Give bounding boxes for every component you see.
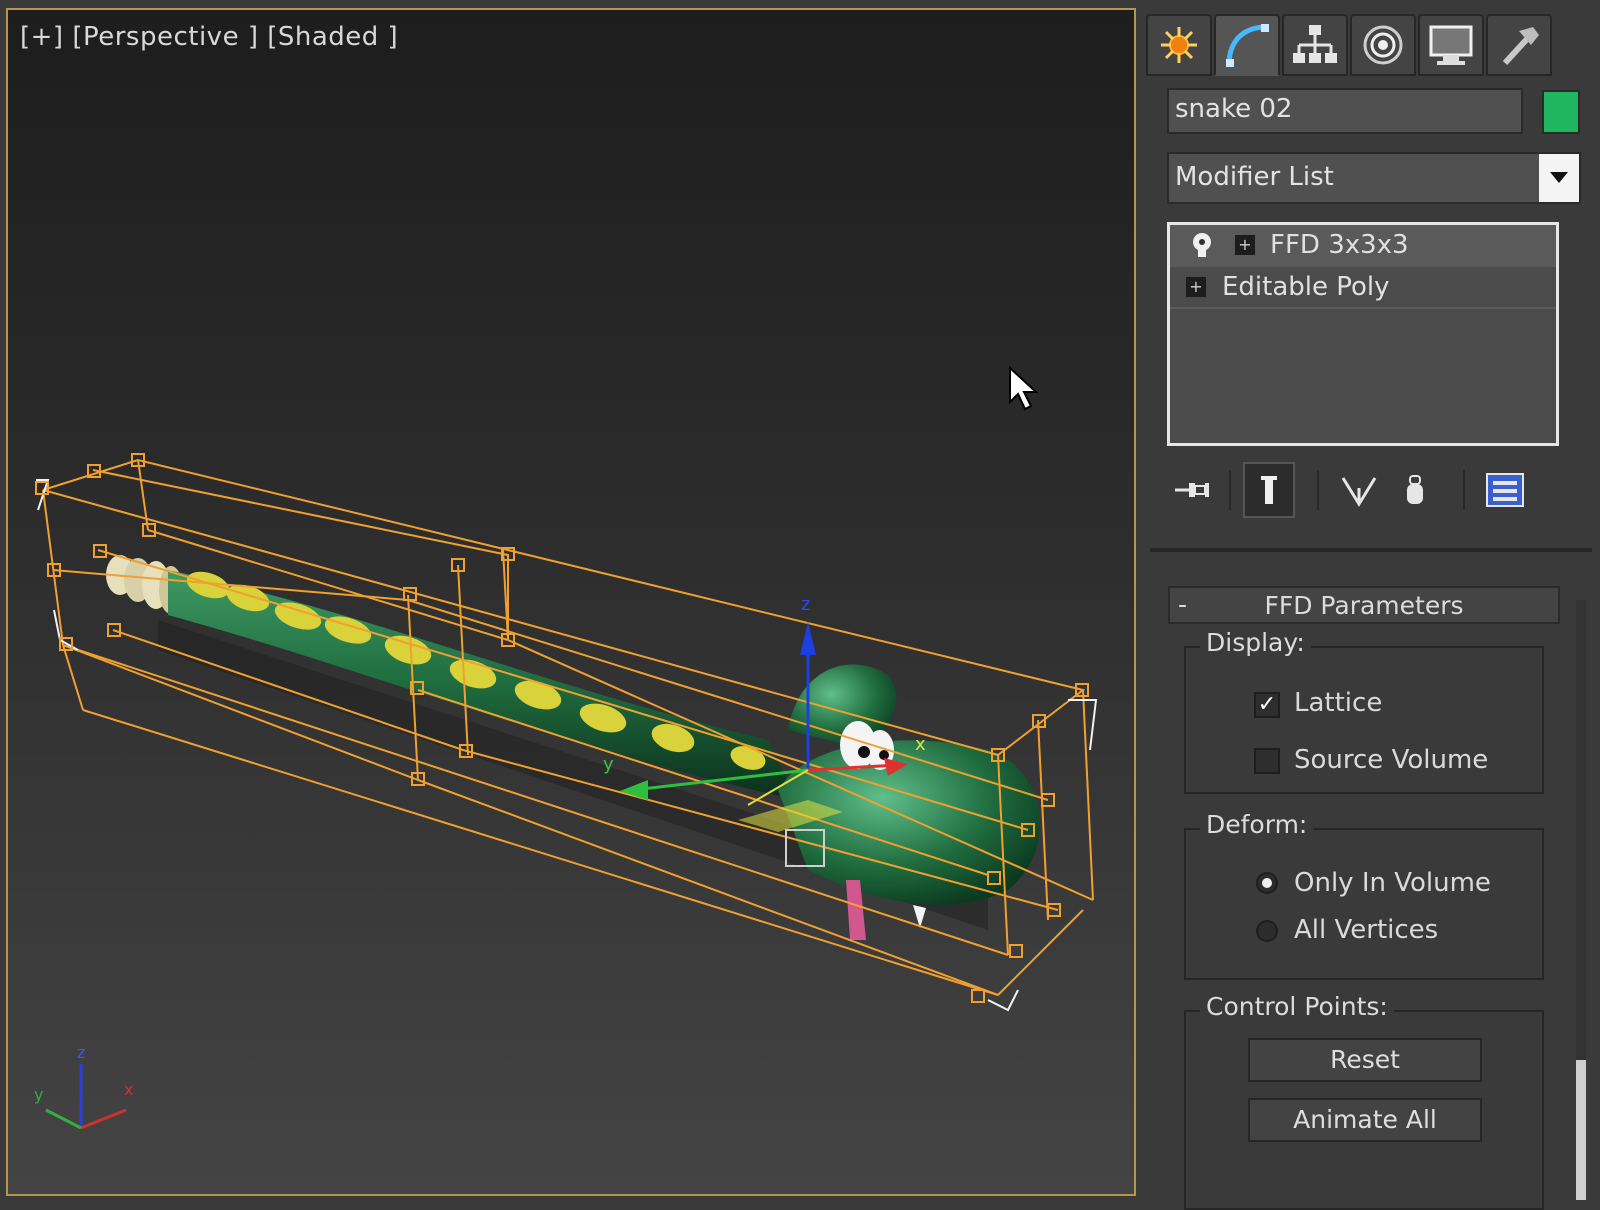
tab-utilities[interactable] [1486, 14, 1552, 76]
display-group-label: Display: [1200, 628, 1311, 657]
create-icon [1161, 27, 1197, 63]
gizmo-x-label: x [915, 734, 926, 755]
source-volume-checkbox[interactable] [1254, 748, 1280, 774]
expand-plus-icon[interactable]: + [1235, 235, 1255, 255]
command-panel: snake 02 Modifier List + FFD 3x3x3 + Edi… [1140, 0, 1600, 1210]
command-panel-tabs [1140, 14, 1600, 76]
expand-plus-icon[interactable]: + [1186, 277, 1206, 297]
hierarchy-icon [1293, 25, 1337, 63]
lightbulb-icon[interactable] [1190, 231, 1214, 259]
display-group: Display: ✓ Lattice Source Volume [1184, 628, 1544, 794]
rollout-title: FFD Parameters [1264, 591, 1464, 620]
tripod-y-label: y [34, 1085, 43, 1104]
trash-icon [1407, 475, 1423, 504]
gizmo-y-label: y [603, 754, 614, 775]
rollout-header[interactable]: - FFD Parameters [1168, 586, 1560, 624]
motion-icon [1363, 25, 1403, 65]
tab-motion[interactable] [1350, 14, 1416, 76]
object-name-field[interactable]: snake 02 [1167, 88, 1523, 134]
control-points-group: Control Points: Reset Animate All [1184, 992, 1544, 1210]
source-volume-label[interactable]: Source Volume [1294, 745, 1488, 775]
reset-button[interactable]: Reset [1248, 1038, 1482, 1082]
panel-divider [1150, 548, 1592, 552]
stack-item-editable-poly[interactable]: + Editable Poly [1170, 267, 1556, 309]
tab-create[interactable] [1146, 14, 1212, 76]
modifier-list-dropdown[interactable]: Modifier List [1167, 152, 1581, 204]
gizmo-z-label: z [801, 594, 810, 615]
display-icon [1429, 25, 1473, 65]
modifier-stack: + FFD 3x3x3 + Editable Poly [1167, 222, 1559, 446]
end-result-icon [1261, 476, 1277, 504]
stack-toolbar [1167, 462, 1577, 518]
only-in-volume-label[interactable]: Only In Volume [1294, 868, 1491, 898]
modifier-list-label: Modifier List [1175, 162, 1334, 192]
scrollbar-thumb[interactable] [1576, 1060, 1586, 1200]
tab-modify[interactable] [1214, 14, 1280, 76]
make-unique-icon [1341, 477, 1377, 507]
stack-item-label: Editable Poly [1222, 272, 1390, 302]
ffd-parameters-rollout: - FFD Parameters Display: ✓ Lattice Sour… [1168, 586, 1560, 1210]
lattice-checkbox[interactable]: ✓ [1254, 692, 1280, 718]
tripod-x-label: x [124, 1080, 133, 1099]
animate-all-button[interactable]: Animate All [1248, 1098, 1482, 1142]
mouse-cursor-icon [1009, 366, 1039, 411]
all-vertices-label[interactable]: All Vertices [1294, 915, 1438, 945]
deform-group: Deform: Only In Volume All Vertices [1184, 810, 1544, 980]
axis-tripod: z y x [34, 1043, 133, 1130]
tab-display[interactable] [1418, 14, 1484, 76]
chevron-down-icon[interactable] [1539, 154, 1579, 202]
lattice-label[interactable]: Lattice [1294, 688, 1382, 718]
perspective-viewport[interactable]: [+] [Perspective ] [Shaded ] z y x z y x [6, 8, 1136, 1196]
control-points-group-label: Control Points: [1200, 992, 1394, 1021]
remove-modifier-button[interactable] [1389, 462, 1441, 518]
stack-item-ffd[interactable]: + FFD 3x3x3 [1170, 225, 1556, 267]
show-end-result-button[interactable] [1243, 462, 1295, 518]
configure-icon [1486, 473, 1524, 507]
tripod-z-label: z [77, 1043, 85, 1062]
make-unique-button[interactable] [1333, 462, 1385, 518]
stack-item-label: FFD 3x3x3 [1270, 230, 1409, 260]
pin-icon [1175, 483, 1209, 497]
tab-hierarchy[interactable] [1282, 14, 1348, 76]
configure-modifier-sets-button[interactable] [1479, 462, 1531, 518]
utilities-icon [1502, 27, 1539, 66]
pin-stack-button[interactable] [1167, 462, 1219, 518]
only-in-volume-radio[interactable] [1256, 872, 1278, 894]
scene-svg: z y x [35, 453, 1098, 1012]
command-panel-scrollbar[interactable] [1576, 600, 1586, 1200]
all-vertices-radio[interactable] [1256, 920, 1278, 942]
deform-group-label: Deform: [1200, 810, 1314, 839]
object-color-swatch[interactable] [1542, 90, 1580, 134]
modify-icon [1226, 24, 1269, 67]
